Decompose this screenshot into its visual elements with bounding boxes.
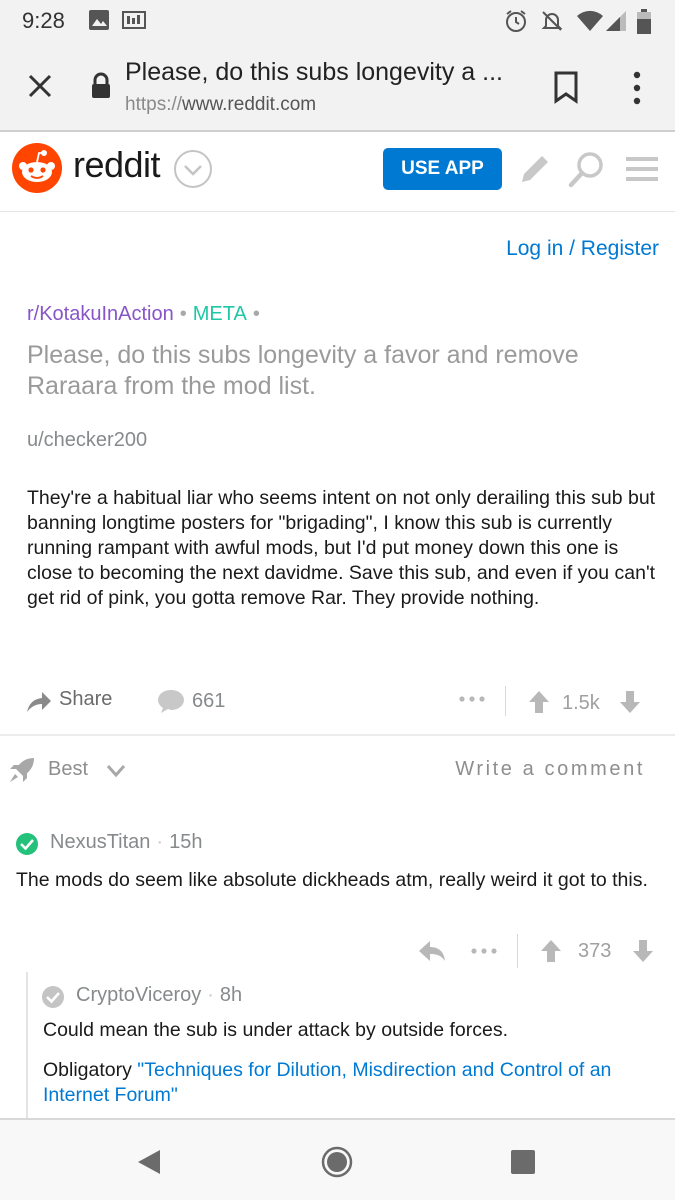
meta-dot: ·	[156, 831, 164, 853]
post-score: 1.5k	[562, 692, 600, 714]
bookmark-icon[interactable]	[552, 70, 580, 104]
meta-dot: •	[252, 303, 260, 325]
post-title: Please, do this subs longevity a favor a…	[27, 341, 579, 400]
reddit-wordmark[interactable]: reddit	[73, 144, 161, 186]
use-app-button[interactable]: USE APP	[383, 148, 502, 190]
comment-body-paragraph: Obligatory "Techniques for Dilution, Mis…	[43, 1058, 653, 1108]
check-icon	[42, 986, 64, 1008]
search-icon[interactable]	[566, 150, 606, 190]
comment-count[interactable]: 661	[192, 690, 225, 713]
comment-body: Could mean the sub is under attack by ou…	[43, 1019, 509, 1041]
chevron-down-icon[interactable]	[173, 149, 213, 189]
rocket-icon	[10, 758, 34, 782]
downvote-icon[interactable]	[619, 690, 641, 714]
upvote-icon[interactable]	[540, 939, 562, 963]
upvote-icon[interactable]	[528, 690, 550, 714]
comments-sort-bar: Best Write a comment	[0, 748, 675, 792]
comment-author[interactable]: NexusTitan	[50, 831, 150, 853]
wifi-icon	[577, 10, 603, 31]
comment-body: The mods do seem like absolute dickheads…	[16, 869, 648, 891]
comment-meta: CryptoViceroy · 8h	[76, 984, 242, 1007]
url-protocol: https://	[125, 94, 183, 115]
back-icon[interactable]	[136, 1148, 162, 1176]
system-nav-bar	[0, 1118, 675, 1200]
meta-dot: •	[179, 303, 187, 325]
post-body: They're a habitual liar who seems intent…	[27, 487, 656, 609]
snoo-logo-icon[interactable]	[12, 143, 62, 193]
comment-author[interactable]: CryptoViceroy	[76, 984, 201, 1006]
signal-icon	[606, 11, 626, 31]
comment-actions: 373	[0, 930, 675, 974]
verified-check-icon	[16, 833, 38, 855]
image-icon	[89, 10, 109, 30]
page-title[interactable]: Please, do this subs longevity a ...	[125, 58, 525, 87]
sort-dropdown[interactable]: Best	[48, 758, 88, 781]
comment-time: 15h	[169, 831, 203, 853]
login-register-link[interactable]: Log in / Register	[506, 237, 659, 261]
home-icon[interactable]	[321, 1146, 353, 1178]
divider	[517, 934, 518, 968]
notifications-off-icon	[541, 11, 563, 31]
comment-score: 373	[578, 940, 612, 962]
post-flair[interactable]: META	[193, 303, 247, 325]
url-bar[interactable]: https://www.reddit.com	[125, 94, 316, 116]
close-icon[interactable]	[22, 68, 58, 104]
status-time: 9:28	[22, 8, 65, 33]
comment-meta: NexusTitan · 15h	[50, 831, 202, 854]
post-author[interactable]: u/checker200	[27, 429, 147, 452]
browser-toolbar: Please, do this subs longevity a ... htt…	[0, 42, 675, 132]
post-meta: r/KotakuInAction • META •	[27, 303, 266, 326]
meta-dot: ·	[207, 984, 214, 1006]
comment-icon[interactable]	[157, 688, 185, 714]
comment-time: 8h	[219, 984, 243, 1006]
share-button[interactable]: Share	[59, 688, 112, 711]
pencil-icon[interactable]	[516, 152, 552, 188]
more-horiz-icon[interactable]	[470, 946, 498, 956]
more-vert-icon[interactable]	[627, 70, 647, 106]
lock-icon	[92, 72, 110, 98]
status-bar: 9:28	[0, 0, 675, 42]
share-icon[interactable]	[26, 688, 52, 714]
chevron-down-icon[interactable]	[106, 764, 126, 778]
alarm-icon	[506, 10, 526, 32]
post-actions: Share 661 1.5k	[0, 680, 675, 730]
menu-icon[interactable]	[626, 156, 658, 182]
news-icon	[122, 11, 146, 29]
url-host: www.reddit.com	[182, 94, 317, 115]
reply-icon[interactable]	[418, 940, 446, 962]
section-separator	[0, 734, 675, 736]
recents-icon[interactable]	[510, 1149, 536, 1175]
comment-text: Obligatory	[43, 1059, 138, 1081]
more-horiz-icon[interactable]	[458, 694, 486, 704]
divider	[505, 686, 506, 716]
reply-thread-line[interactable]	[26, 972, 28, 1120]
downvote-icon[interactable]	[632, 939, 654, 963]
reddit-header: reddit USE APP	[0, 134, 675, 212]
battery-icon	[637, 9, 651, 34]
subreddit-link[interactable]: r/KotakuInAction	[27, 303, 174, 325]
write-comment-button[interactable]: Write a comment	[455, 758, 645, 781]
